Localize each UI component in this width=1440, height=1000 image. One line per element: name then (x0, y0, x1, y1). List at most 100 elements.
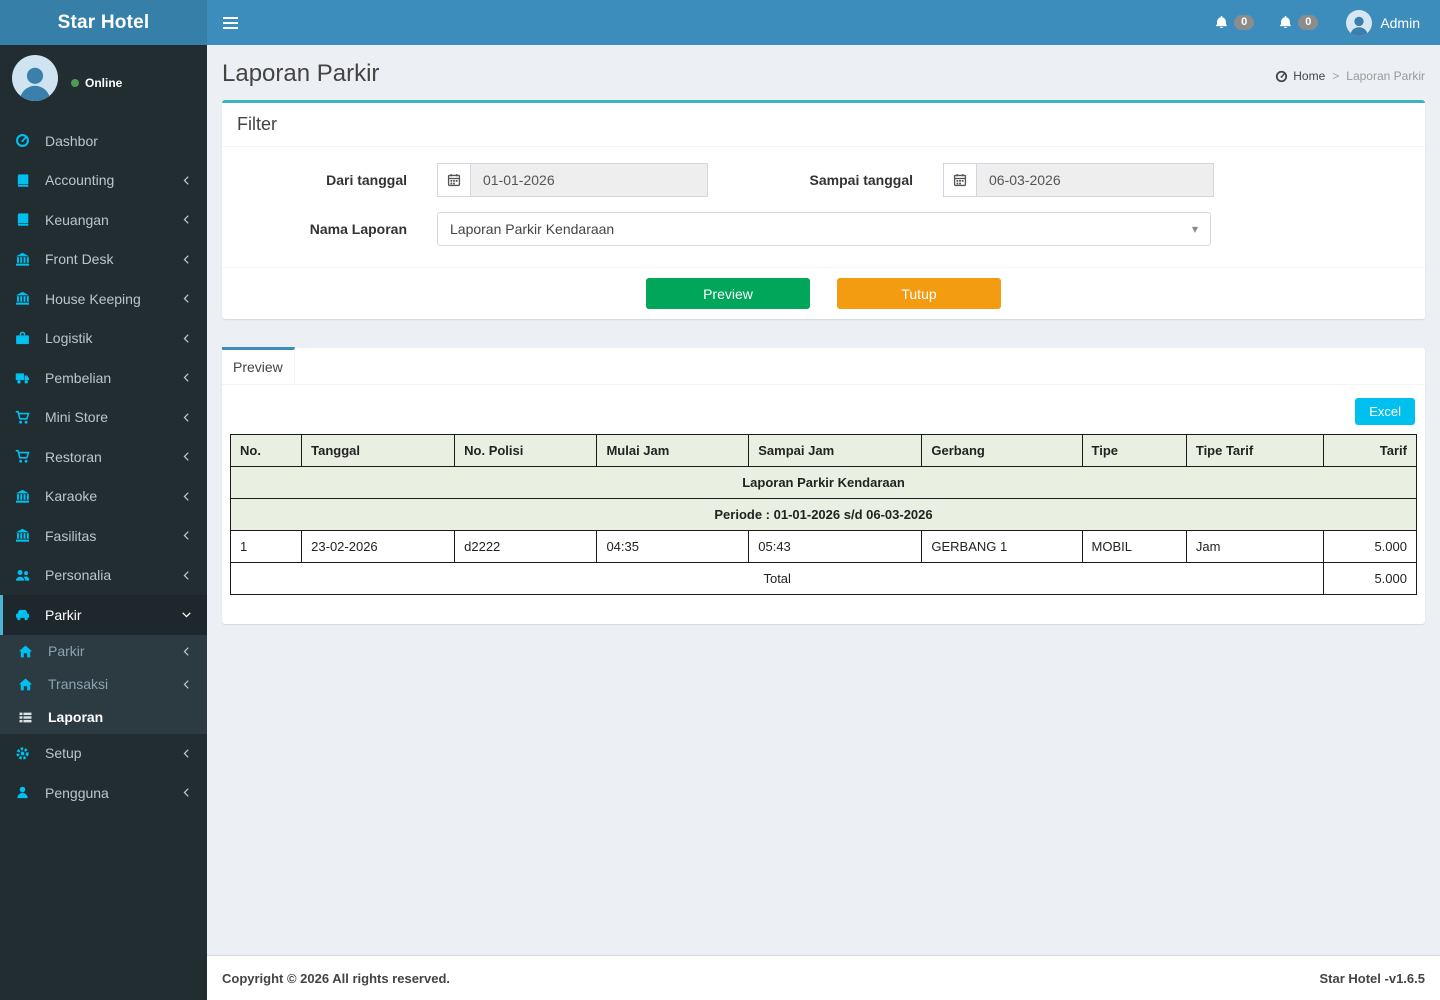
online-status-label: Online (85, 75, 123, 90)
content-wrapper: Laporan Parkir Home > Laporan Parkir Fil… (207, 45, 1440, 955)
book-icon (15, 212, 37, 227)
cart-icon (15, 410, 37, 425)
dari-tanggal-group (437, 163, 708, 197)
sidebar-item-pembelian[interactable]: Pembelian (0, 358, 207, 398)
chevron-left-icon (181, 412, 192, 423)
home-icon (18, 677, 40, 692)
dashboard-icon (1275, 70, 1288, 83)
breadcrumb: Home > Laporan Parkir (1275, 69, 1425, 83)
chevron-left-icon (181, 451, 192, 462)
dashboard-icon (15, 133, 37, 148)
sampai-tanggal-input[interactable] (976, 163, 1214, 197)
report-title-row: Laporan Parkir Kendaraan (230, 466, 1417, 499)
sidebar-item-restoran[interactable]: Restoran (0, 437, 207, 477)
preview-tab-content: Excel Laporan Parkir Kendaraan Periode :… (222, 385, 1425, 623)
person-icon (16, 61, 54, 101)
table-row: 1 23-02-2026 d2222 04:35 05:43 GERBANG 1… (229, 530, 1417, 563)
calendar-icon (437, 163, 470, 197)
briefcase-icon (15, 331, 37, 346)
chevron-left-icon (181, 530, 192, 541)
breadcrumb-current: Laporan Parkir (1346, 69, 1425, 83)
sidebar-subitem-transaksi[interactable]: Transaksi (0, 668, 207, 701)
filter-box: Filter Dari tanggal Sampai tanggal Nama … (222, 100, 1425, 319)
filter-box-title: Filter (222, 103, 1425, 147)
breadcrumb-separator: > (1332, 69, 1340, 83)
preview-button[interactable]: Preview (646, 278, 810, 309)
page-title: Laporan Parkir (222, 60, 380, 87)
notification-count-badge: 0 (1298, 15, 1319, 30)
col-tarif: Tarif (1323, 434, 1417, 467)
sampai-tanggal-group (943, 163, 1214, 197)
sidebar-item-accounting[interactable]: Accounting (0, 161, 207, 201)
bank-icon (15, 528, 37, 543)
col-tipe: Tipe (1081, 434, 1187, 467)
col-gerbang: Gerbang (921, 434, 1083, 467)
chevron-left-icon (181, 372, 192, 383)
sidebar-item-fasilitas[interactable]: Fasilitas (0, 516, 207, 556)
content-header: Laporan Parkir Home > Laporan Parkir (207, 45, 1440, 100)
notification-count-badge: 0 (1234, 15, 1255, 30)
filter-actions: Preview Tutup (222, 267, 1425, 319)
sidebar-item-house-keeping[interactable]: House Keeping (0, 279, 207, 319)
user-avatar (1346, 9, 1373, 36)
sidebar-toggle-button[interactable] (207, 0, 253, 45)
app-logo[interactable]: Star Hotel (0, 0, 207, 45)
nama-laporan-select[interactable]: Laporan Parkir Kendaraan ▾ (437, 212, 1211, 246)
parkir-submenu: Parkir Transaksi Laporan (0, 634, 207, 734)
sidebar-item-keuangan[interactable]: Keuangan (0, 200, 207, 240)
chevron-left-icon (181, 491, 192, 502)
sidebar-item-personalia[interactable]: Personalia (0, 556, 207, 596)
list-icon (18, 710, 40, 725)
sidebar: Online Dashbor Accounting Keuangan Front… (0, 45, 207, 1000)
chevron-left-icon (181, 175, 192, 186)
bank-icon (15, 291, 37, 306)
notifications-menu-2[interactable]: 0 (1266, 0, 1330, 45)
version-text: Star Hotel -v1.6.5 (1319, 970, 1426, 986)
sidebar-subitem-parkir[interactable]: Parkir (0, 635, 207, 668)
sampai-tanggal-label: Sampai tanggal (809, 172, 913, 188)
total-label: Total (229, 562, 1325, 595)
caret-down-icon: ▾ (1191, 222, 1198, 236)
cart-icon (15, 449, 37, 464)
chevron-left-icon (181, 333, 192, 344)
chevron-left-icon (181, 254, 192, 265)
main-footer: Copyright © 2026 All rights reserved. St… (207, 955, 1440, 1000)
copyright-text: Copyright © 2026 All rights reserved. (222, 970, 451, 986)
navbar-main: 0 0 Admin (207, 0, 1440, 45)
user-menu[interactable]: Admin (1330, 0, 1426, 45)
sidebar-item-setup[interactable]: Setup (0, 734, 207, 774)
tab-preview[interactable]: Preview (222, 347, 295, 384)
bank-icon (15, 489, 37, 504)
sidebar-user-panel: Online (0, 45, 207, 115)
nama-laporan-label: Nama Laporan (309, 221, 407, 237)
top-navbar: Star Hotel 0 0 Admin (0, 0, 1440, 45)
home-icon (18, 644, 40, 659)
total-value: 5.000 (1323, 562, 1417, 595)
col-tipe-tarif: Tipe Tarif (1185, 434, 1325, 467)
book-icon (15, 173, 37, 188)
sidebar-item-logistik[interactable]: Logistik (0, 319, 207, 359)
sidebar-item-parkir[interactable]: Parkir (0, 595, 207, 635)
chevron-left-icon (181, 570, 192, 581)
col-no: No. (229, 434, 303, 467)
breadcrumb-home-link[interactable]: Home (1275, 69, 1325, 83)
person-icon (1348, 13, 1370, 36)
sidebar-item-front-desk[interactable]: Front Desk (0, 240, 207, 280)
preview-tab-box: Preview Excel Laporan Parkir Kendaraan P… (222, 347, 1425, 624)
sidebar-item-dashbor[interactable]: Dashbor (0, 121, 207, 161)
sidebar-subitem-laporan[interactable]: Laporan (0, 701, 207, 734)
notifications-menu-1[interactable]: 0 (1202, 0, 1266, 45)
sidebar-item-mini-store[interactable]: Mini Store (0, 398, 207, 438)
excel-export-button[interactable]: Excel (1355, 398, 1415, 425)
chevron-down-icon (181, 609, 192, 620)
user-name: Admin (1380, 14, 1420, 31)
online-status-dot (71, 78, 79, 87)
sidebar-item-pengguna[interactable]: Pengguna (0, 773, 207, 813)
tutup-button[interactable]: Tutup (837, 278, 1001, 309)
navbar-right: 0 0 Admin (1202, 0, 1440, 45)
col-tanggal: Tanggal (301, 434, 456, 467)
sidebar-item-karaoke[interactable]: Karaoke (0, 477, 207, 517)
user-status: Online (71, 55, 122, 101)
chevron-left-icon (181, 787, 192, 798)
dari-tanggal-input[interactable] (470, 163, 708, 197)
